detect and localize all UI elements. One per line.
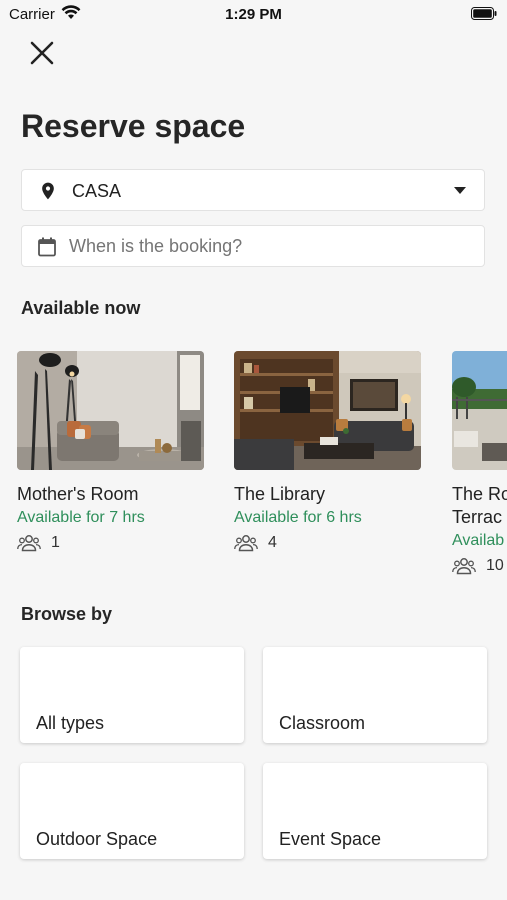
people-icon bbox=[17, 535, 41, 552]
space-photo bbox=[452, 351, 507, 470]
space-capacity: 10 bbox=[452, 557, 507, 575]
space-photo bbox=[234, 351, 421, 470]
browse-tile-label: Outdoor Space bbox=[36, 829, 158, 849]
location-value: CASA bbox=[72, 181, 122, 201]
browse-tile-classroom[interactable]: Classroom bbox=[263, 647, 487, 743]
capacity-count: 1 bbox=[51, 534, 60, 551]
clock: 1:29 PM bbox=[225, 6, 282, 23]
space-name: Mother's Room bbox=[17, 484, 139, 504]
location-select[interactable]: CASA bbox=[21, 169, 485, 211]
date-field[interactable] bbox=[21, 225, 485, 267]
status-bar: Carrier 1:29 PM bbox=[0, 0, 507, 28]
people-icon bbox=[452, 558, 476, 575]
space-photo bbox=[17, 351, 204, 470]
page-title: Reserve space bbox=[21, 108, 246, 144]
calendar-icon bbox=[38, 237, 56, 257]
space-availability: Available for 6 hrs bbox=[234, 509, 362, 526]
space-availability: Available for 7 hrs bbox=[17, 509, 145, 526]
browse-by-heading: Browse by bbox=[21, 604, 113, 624]
browse-tile-label: Classroom bbox=[279, 713, 366, 733]
capacity-count: 4 bbox=[268, 534, 277, 551]
browse-tile-label: All types bbox=[36, 713, 105, 733]
space-name: The Library bbox=[234, 484, 326, 504]
browse-tile-event-space[interactable]: Event Space bbox=[263, 763, 487, 859]
browse-tile-outdoor-space[interactable]: Outdoor Space bbox=[20, 763, 244, 859]
close-icon[interactable] bbox=[29, 40, 55, 66]
space-card-partial[interactable]: The Ro Terrac Availab 10 bbox=[452, 351, 507, 575]
space-availability: Availab bbox=[452, 532, 505, 549]
space-capacity: 1 bbox=[17, 534, 204, 552]
capacity-count: 10 bbox=[486, 557, 504, 574]
available-now-heading: Available now bbox=[21, 298, 141, 318]
space-name: The Ro Terrac bbox=[452, 484, 507, 527]
booking-date-input[interactable] bbox=[69, 226, 459, 266]
space-capacity: 4 bbox=[234, 534, 421, 552]
battery-icon bbox=[471, 7, 497, 20]
browse-tile-label: Event Space bbox=[279, 829, 382, 849]
people-icon bbox=[234, 535, 258, 552]
location-pin-icon bbox=[42, 182, 54, 200]
space-card-mothers-room[interactable]: Mother's Room Available for 7 hrs 1 bbox=[17, 351, 204, 552]
chevron-down-icon bbox=[454, 187, 466, 194]
space-card-the-library[interactable]: The Library Available for 6 hrs 4 bbox=[234, 351, 421, 552]
browse-tile-all-types[interactable]: All types bbox=[20, 647, 244, 743]
